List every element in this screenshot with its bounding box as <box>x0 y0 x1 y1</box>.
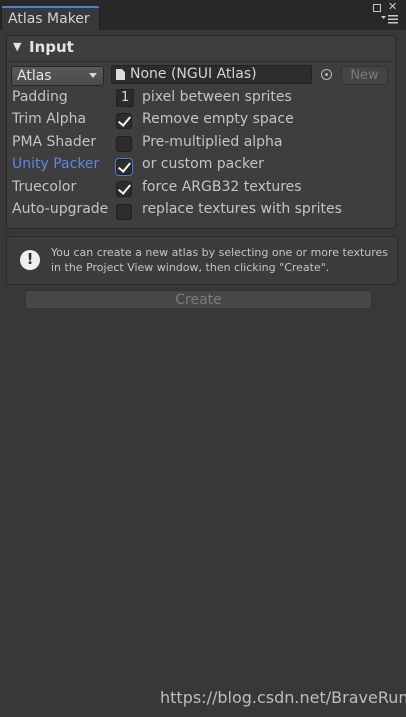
unity-packer-label: Unity Packer <box>12 156 100 172</box>
create-button[interactable]: Create <box>25 290 372 309</box>
padding-value: 1 <box>121 90 130 105</box>
document-icon <box>116 69 125 80</box>
info-icon <box>20 250 40 270</box>
atlas-object-field[interactable]: None (NGUI Atlas) <box>111 65 312 84</box>
foldout-arrow-icon[interactable]: ▼ <box>13 40 21 53</box>
truecolor-checkbox[interactable] <box>116 181 132 197</box>
help-message: You can create a new atlas by selecting … <box>51 246 389 274</box>
padding-description: pixel between sprites <box>142 89 292 105</box>
truecolor-label: Truecolor <box>12 179 77 195</box>
atlas-object-value: None (NGUI Atlas) <box>130 66 257 82</box>
tab-atlas-maker[interactable]: Atlas Maker <box>1 6 100 30</box>
unity-packer-description: or custom packer <box>142 156 264 172</box>
pma-shader-description: Pre-multiplied alpha <box>142 134 283 150</box>
atlas-dropdown-value: Atlas <box>17 68 52 84</box>
new-button-label: New <box>350 68 379 83</box>
maximize-icon[interactable] <box>373 4 381 12</box>
section-divider <box>8 61 394 62</box>
atlas-dropdown[interactable]: Atlas <box>11 66 104 86</box>
chevron-down-icon <box>89 73 97 78</box>
watermark-text: https://blog.csdn.net/BraveRunTo <box>160 688 406 707</box>
window-tab-bar: Atlas Maker ✕ <box>0 0 406 30</box>
menu-icon[interactable] <box>381 14 399 24</box>
object-picker-icon[interactable] <box>321 69 332 80</box>
create-button-label: Create <box>175 292 222 308</box>
tab-title: Atlas Maker <box>8 11 90 27</box>
pma-shader-label: PMA Shader <box>12 134 97 150</box>
section-title: Input <box>29 38 74 56</box>
close-icon[interactable]: ✕ <box>388 1 397 12</box>
trim-alpha-label: Trim Alpha <box>12 111 87 127</box>
padding-label: Padding <box>12 89 68 105</box>
auto-upgrade-checkbox[interactable] <box>116 204 132 220</box>
padding-field[interactable]: 1 <box>116 89 134 107</box>
trim-alpha-checkbox[interactable] <box>116 113 132 129</box>
unity-packer-checkbox[interactable] <box>116 159 132 175</box>
new-button[interactable]: New <box>341 66 388 85</box>
pma-shader-checkbox[interactable] <box>116 136 132 152</box>
help-box: You can create a new atlas by selecting … <box>6 236 398 285</box>
truecolor-description: force ARGB32 textures <box>142 179 302 195</box>
auto-upgrade-description: replace textures with sprites <box>142 201 342 217</box>
trim-alpha-description: Remove empty space <box>142 111 294 127</box>
auto-upgrade-label: Auto-upgrade <box>12 201 109 217</box>
